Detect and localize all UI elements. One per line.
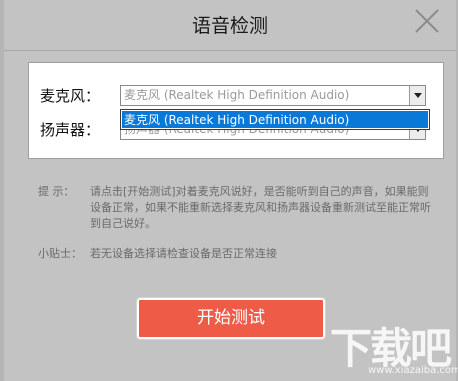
microphone-label: 麦克风： — [40, 87, 101, 105]
hint-label: 小贴士： — [38, 247, 82, 260]
device-panel: 麦克风： 麦克风 (Realtek High Definition Audio)… — [28, 62, 444, 159]
dialog-title: 语音检测 — [191, 15, 268, 37]
microphone-select[interactable]: 麦克风 (Realtek High Definition Audio) — [120, 85, 426, 106]
hint-text: 若无设备选择请检查设备是否正常连接 — [90, 247, 277, 260]
watermark-logo: 下载吧 www.xiazaiba.com — [326, 315, 458, 379]
speaker-label: 扬声器： — [40, 121, 101, 139]
title-divider — [4, 50, 456, 51]
start-test-button[interactable]: 开始测试 — [136, 297, 326, 340]
microphone-dropdown-list: 麦克风 (Realtek High Definition Audio) — [120, 109, 430, 130]
microphone-select-value: 麦克风 (Realtek High Definition Audio) — [124, 88, 350, 102]
dropdown-option[interactable]: 麦克风 (Realtek High Definition Audio) — [122, 111, 428, 128]
watermark-url: www.xiazaiba.com — [368, 365, 458, 376]
tip-label: 提 示： — [38, 185, 75, 198]
close-icon[interactable] — [414, 8, 440, 34]
chevron-down-icon[interactable] — [409, 86, 425, 105]
tip-text: 请点击[开始测试]对着麦克风说好，是否能听到自己的声音，如果能则设备正常，如果不… — [90, 185, 431, 230]
tips-section: 提 示： 请点击[开始测试]对着麦克风说好，是否能听到自己的声音，如果能则设备正… — [38, 184, 438, 262]
